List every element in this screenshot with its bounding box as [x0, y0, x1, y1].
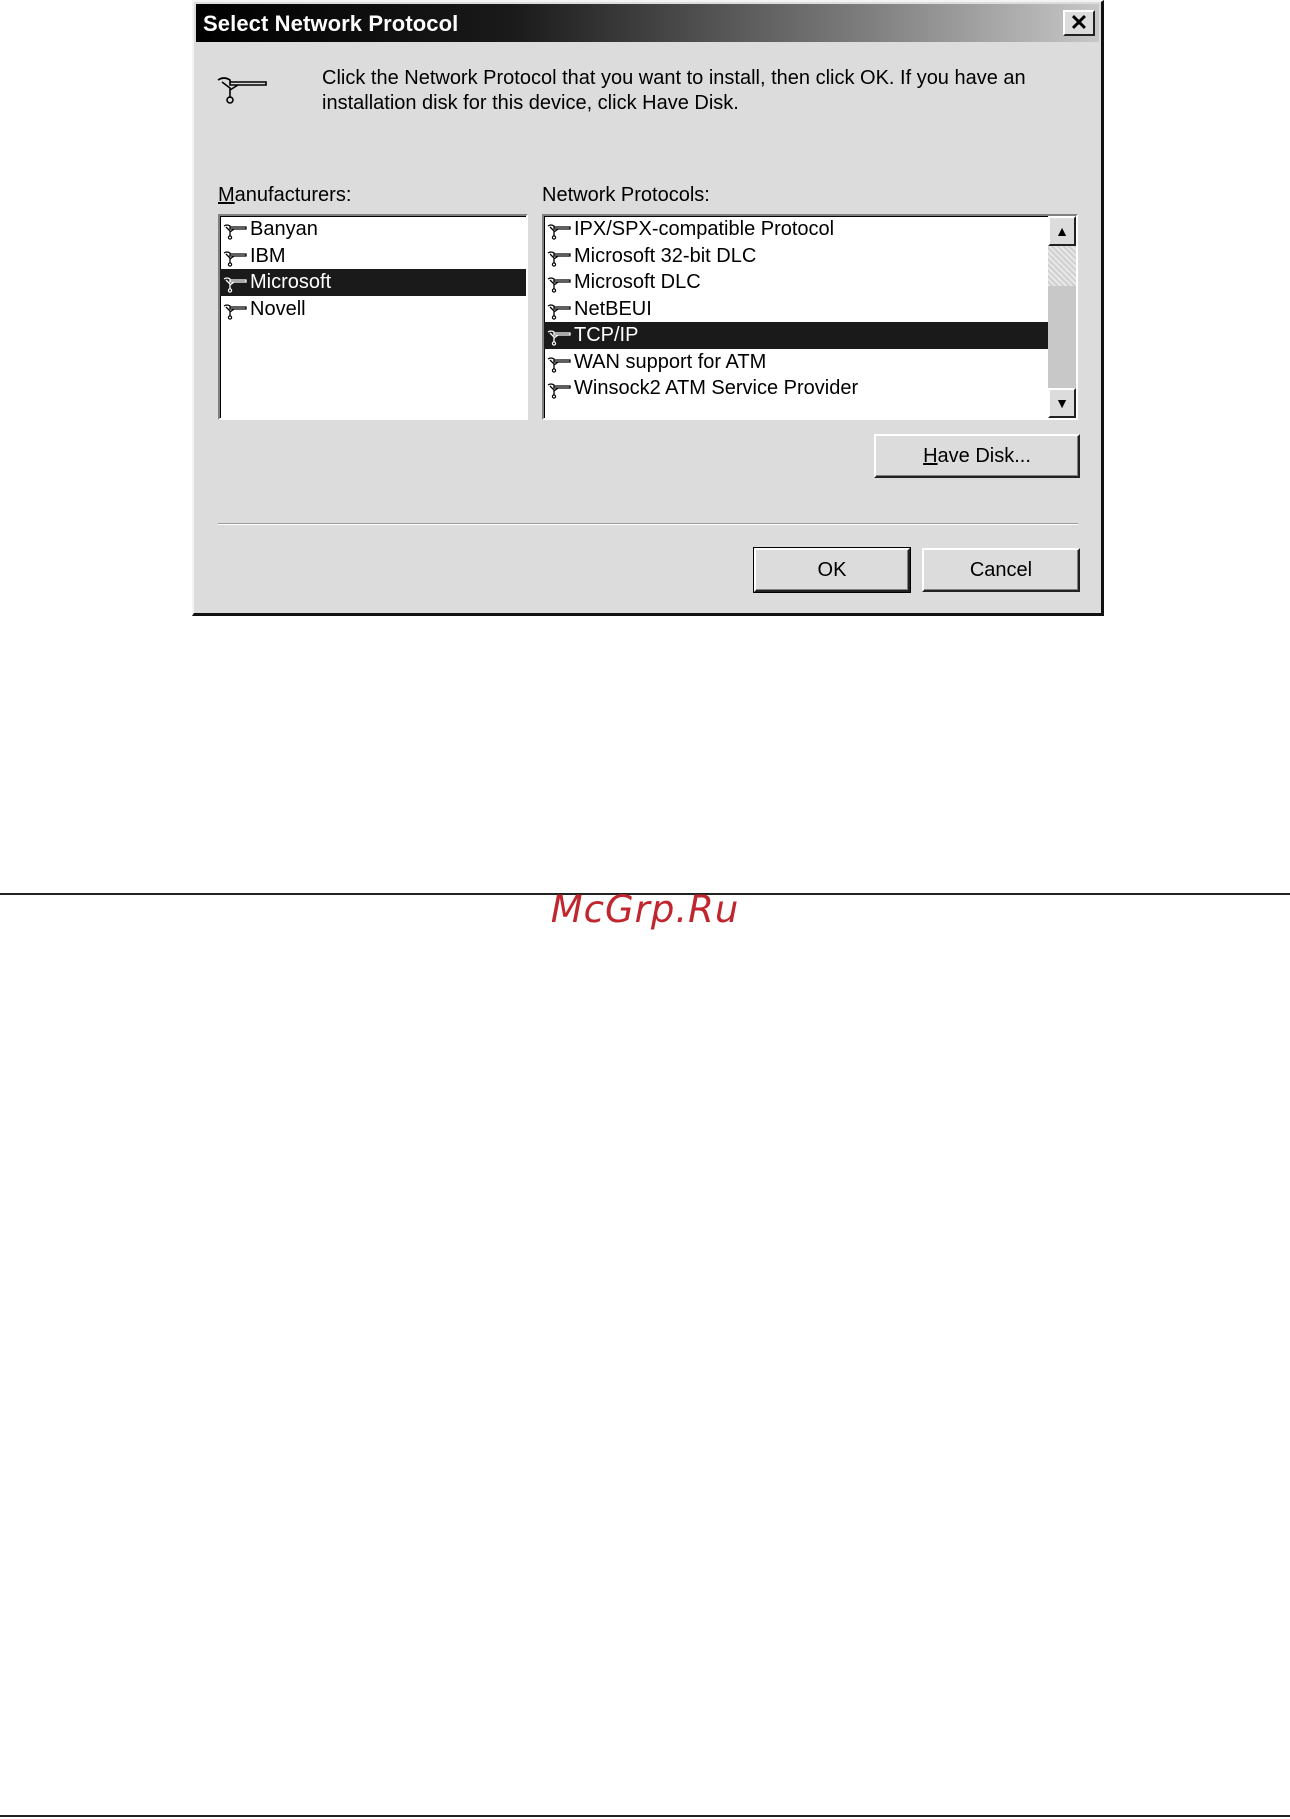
- arrow-down-icon: ▼: [1055, 395, 1069, 411]
- title-bar[interactable]: Select Network Protocol ✕: [196, 4, 1099, 42]
- list-item-label: Microsoft 32-bit DLC: [574, 244, 757, 267]
- close-icon: ✕: [1069, 10, 1089, 35]
- protocol-item[interactable]: WAN support for ATM: [544, 349, 1048, 376]
- list-item-label: NetBEUI: [574, 297, 652, 320]
- manufacturer-item[interactable]: Banyan: [220, 216, 526, 243]
- network-component-icon: [547, 354, 571, 373]
- protocol-item[interactable]: Winsock2 ATM Service Provider: [544, 375, 1048, 402]
- manufacturers-listbox[interactable]: Banyan IBM Microsoft Novell: [218, 214, 528, 420]
- network-protocols-label: Network Protocols:: [542, 184, 710, 206]
- dialog-title: Select Network Protocol: [203, 11, 459, 36]
- have-disk-button[interactable]: Have Disk...: [874, 434, 1080, 478]
- protocol-item[interactable]: IPX/SPX-compatible Protocol: [544, 216, 1048, 243]
- list-item-label: WAN support for ATM: [574, 350, 767, 373]
- manufacturer-item[interactable]: IBM: [220, 243, 526, 270]
- network-component-icon: [547, 380, 571, 399]
- page-rule-bottom: [0, 1815, 1290, 1817]
- cancel-button[interactable]: Cancel: [922, 548, 1080, 592]
- instruction-text: Click the Network Protocol that you want…: [322, 67, 1026, 114]
- protocol-item[interactable]: Microsoft 32-bit DLC: [544, 243, 1048, 270]
- manufacturer-item[interactable]: Novell: [220, 296, 526, 323]
- network-component-icon: [547, 301, 571, 320]
- network-component-icon: [223, 274, 247, 293]
- network-protocol-icon: [217, 77, 267, 104]
- separator: [218, 523, 1078, 525]
- network-component-icon: [223, 301, 247, 320]
- network-component-icon: [223, 248, 247, 267]
- network-component-icon: [223, 221, 247, 240]
- list-item-label: Microsoft: [250, 271, 332, 293]
- protocol-item[interactable]: TCP/IP: [544, 322, 1048, 349]
- protocols-scrollbar[interactable]: ▲ ▼: [1048, 216, 1076, 418]
- select-network-protocol-dialog: Select Network Protocol ✕ Click the Netw…: [192, 0, 1104, 616]
- manufacturer-item[interactable]: Microsoft: [220, 269, 526, 296]
- list-item-label: IBM: [250, 244, 286, 267]
- arrow-up-icon: ▲: [1055, 223, 1069, 239]
- protocols-list: IPX/SPX-compatible Protocol Microsoft 32-…: [544, 216, 1048, 418]
- scroll-down-button[interactable]: ▼: [1048, 388, 1076, 418]
- list-item-label: Novell: [250, 297, 306, 320]
- manufacturers-label: Manufacturers:: [218, 184, 352, 206]
- network-component-icon: [547, 221, 571, 240]
- list-item-label: TCP/IP: [574, 324, 639, 346]
- protocol-item[interactable]: Microsoft DLC: [544, 269, 1048, 296]
- network-component-icon: [547, 327, 571, 346]
- list-item-label: IPX/SPX-compatible Protocol: [574, 218, 835, 240]
- watermark: McGrp.Ru: [550, 888, 740, 931]
- scroll-thumb[interactable]: [1048, 246, 1076, 286]
- protocols-listbox[interactable]: IPX/SPX-compatible Protocol Microsoft 32-…: [542, 214, 1078, 420]
- network-component-icon: [547, 248, 571, 267]
- network-component-icon: [547, 274, 571, 293]
- scroll-up-button[interactable]: ▲: [1048, 216, 1076, 246]
- protocol-item[interactable]: NetBEUI: [544, 296, 1048, 323]
- list-item-label: Winsock2 ATM Service Provider: [574, 377, 859, 399]
- ok-button[interactable]: OK: [753, 547, 911, 593]
- list-item-label: Banyan: [250, 218, 318, 240]
- list-item-label: Microsoft DLC: [574, 271, 701, 293]
- close-button[interactable]: ✕: [1063, 10, 1095, 36]
